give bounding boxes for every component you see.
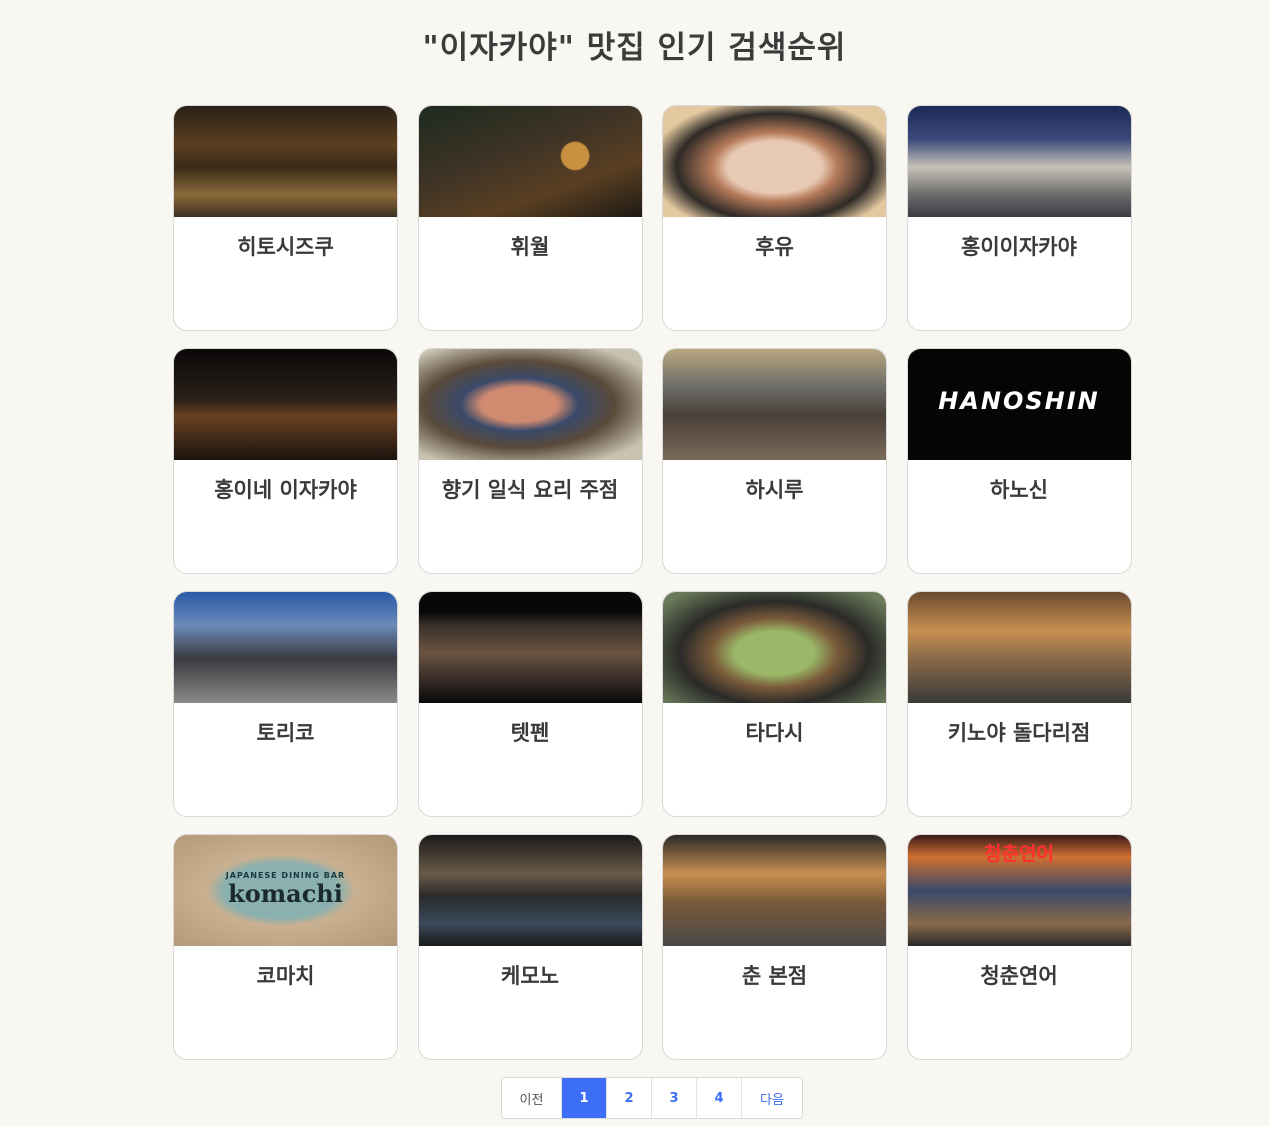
restaurant-card[interactable]: 케모노 bbox=[417, 834, 643, 1060]
restaurant-name: 홍이네 이자카야 bbox=[214, 478, 357, 502]
restaurant-card[interactable]: 후유 bbox=[662, 105, 887, 331]
restaurant-name: 케모노 bbox=[501, 964, 559, 988]
pagination: 이전 1 2 3 4 다음 bbox=[501, 1077, 803, 1119]
restaurant-image: 청춘연어 bbox=[907, 835, 1131, 946]
page-button-3[interactable]: 3 bbox=[652, 1078, 697, 1118]
restaurant-name: 후유 bbox=[755, 235, 794, 259]
restaurant-image bbox=[418, 592, 642, 703]
restaurant-image: JAPANESE DINING BAR komachi bbox=[174, 835, 397, 946]
restaurant-card[interactable]: 휘월 bbox=[417, 105, 643, 331]
sign-text: komachi bbox=[228, 879, 343, 908]
restaurant-image bbox=[174, 349, 397, 460]
page-button-1[interactable]: 1 bbox=[562, 1078, 607, 1118]
restaurant-name: 청춘연어 bbox=[980, 964, 1058, 988]
restaurant-card[interactable]: 청춘연어 청춘연어 bbox=[906, 834, 1132, 1060]
restaurant-card[interactable]: JAPANESE DINING BAR komachi 코마치 bbox=[173, 834, 398, 1060]
restaurant-name: 코마치 bbox=[256, 964, 315, 988]
restaurant-image bbox=[174, 106, 397, 217]
restaurant-card[interactable]: 텟펜 bbox=[417, 591, 643, 817]
restaurant-name: 향기 일식 요리 주점 bbox=[441, 478, 619, 502]
restaurant-name: 휘월 bbox=[510, 235, 550, 259]
restaurant-image: HANOSHIN bbox=[907, 349, 1131, 460]
restaurant-image bbox=[907, 592, 1131, 703]
restaurant-name: 토리코 bbox=[256, 721, 315, 745]
restaurant-name: 텟펜 bbox=[510, 721, 550, 745]
restaurant-image bbox=[907, 106, 1131, 217]
restaurant-card[interactable]: 히토시즈쿠 bbox=[173, 105, 398, 331]
restaurant-card[interactable]: 향기 일식 요리 주점 bbox=[417, 348, 643, 574]
page-button-2[interactable]: 2 bbox=[607, 1078, 652, 1118]
restaurant-image bbox=[663, 106, 886, 217]
restaurant-image bbox=[663, 592, 886, 703]
restaurant-card[interactable]: 키노야 돌다리점 bbox=[906, 591, 1132, 817]
sign-text: 청춘연어 bbox=[984, 843, 1054, 865]
restaurant-grid: 히토시즈쿠 휘월 후유 홍이이자카야 홍이네 이자카야 향기 일식 요리 주점 … bbox=[173, 105, 1132, 1060]
restaurant-card[interactable]: 하시루 bbox=[662, 348, 887, 574]
prev-page-button[interactable]: 이전 bbox=[502, 1078, 562, 1118]
restaurant-card[interactable]: 춘 본점 bbox=[662, 834, 887, 1060]
restaurant-name: 히토시즈쿠 bbox=[237, 235, 334, 259]
page-button-4[interactable]: 4 bbox=[697, 1078, 742, 1118]
restaurant-image bbox=[418, 349, 642, 460]
restaurant-image bbox=[663, 349, 886, 460]
restaurant-card[interactable]: 토리코 bbox=[173, 591, 398, 817]
restaurant-card[interactable]: 홍이이자카야 bbox=[906, 105, 1132, 331]
sign-text: HANOSHIN bbox=[938, 387, 1100, 415]
restaurant-image bbox=[174, 592, 397, 703]
next-page-button[interactable]: 다음 bbox=[742, 1078, 802, 1118]
restaurant-name: 홍이이자카야 bbox=[961, 235, 1077, 259]
restaurant-card[interactable]: 홍이네 이자카야 bbox=[173, 348, 398, 574]
restaurant-name: 타다시 bbox=[745, 721, 804, 745]
restaurant-name: 하시루 bbox=[745, 478, 804, 502]
restaurant-name: 하노신 bbox=[990, 478, 1048, 502]
restaurant-name: 춘 본점 bbox=[741, 964, 808, 988]
restaurant-image bbox=[418, 835, 642, 946]
page-title: "이자카야" 맛집 인기 검색순위 bbox=[422, 30, 847, 66]
restaurant-image bbox=[663, 835, 886, 946]
restaurant-image bbox=[418, 106, 642, 217]
restaurant-card[interactable]: HANOSHIN 하노신 bbox=[906, 348, 1132, 574]
restaurant-name: 키노야 돌다리점 bbox=[947, 721, 1091, 745]
restaurant-card[interactable]: 타다시 bbox=[662, 591, 887, 817]
